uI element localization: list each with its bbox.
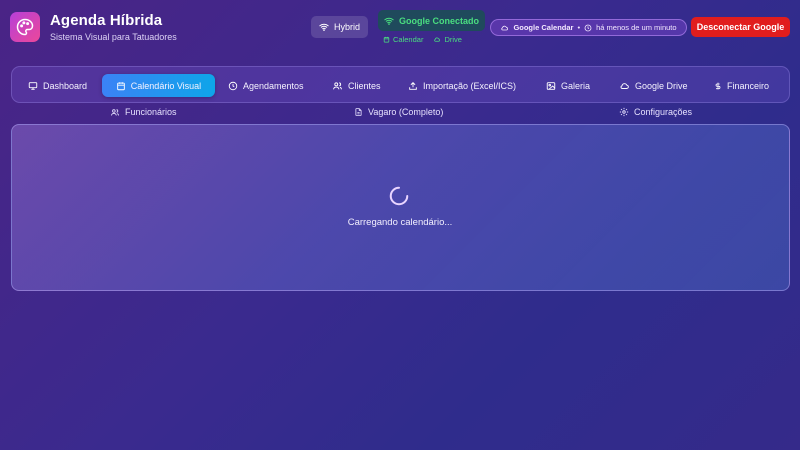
tab-label: Calendário Visual [130, 80, 202, 91]
app-title: Agenda Híbrida [50, 12, 163, 29]
cloud-icon [620, 82, 629, 89]
service-label: Calendar [393, 35, 424, 44]
calendar-icon [383, 36, 390, 43]
sync-separator: • [577, 23, 581, 32]
file-icon [355, 108, 362, 116]
tab-label: Configurações [634, 107, 693, 117]
calendar-panel [11, 124, 790, 291]
clock-icon [228, 81, 238, 90]
tab-dashboard[interactable]: Dashboard [28, 74, 87, 97]
monitor-icon [28, 81, 38, 90]
dollar-icon [715, 82, 721, 89]
image-icon [546, 81, 556, 90]
tab-label: Google Drive [635, 80, 688, 91]
mode-badge-label: Hybrid [333, 22, 360, 32]
service-label: Drive [444, 35, 462, 44]
main-nav: Dashboard Calendário Visual Agendamentos… [11, 66, 790, 103]
wifi-icon [384, 17, 394, 25]
tab-calendario-visual[interactable]: Calendário Visual [102, 74, 215, 97]
tab-funcionarios[interactable]: Funcionários [110, 106, 177, 118]
sync-time: há menos de um minuto [596, 23, 677, 32]
users-icon [333, 81, 342, 89]
upload-icon [409, 81, 417, 90]
tab-label: Vagaro (Completo) [368, 107, 444, 117]
loading-message: Carregando calendário... [347, 217, 453, 228]
app-logo [10, 12, 40, 42]
tab-configuracoes[interactable]: Configurações [619, 106, 692, 118]
service-drive: Drive [433, 35, 462, 44]
clock-icon [584, 24, 592, 31]
tab-label: Clientes [348, 80, 381, 91]
tab-label: Financeiro [727, 80, 770, 91]
cloud-icon [501, 25, 509, 30]
connected-services: Calendar Drive [383, 35, 462, 44]
tab-financeiro[interactable]: Financeiro [714, 74, 769, 97]
cloud-icon [434, 37, 441, 42]
tab-label: Dashboard [43, 80, 88, 91]
tab-clientes[interactable]: Clientes [332, 74, 381, 97]
disconnect-google-button[interactable]: Desconectar Google [691, 17, 790, 37]
palette-icon [16, 18, 34, 36]
google-status-label: Google Conectado [398, 15, 479, 26]
calendar-icon [117, 81, 125, 90]
tab-label: Galeria [561, 80, 591, 91]
wifi-icon [319, 23, 329, 31]
tab-label: Importação (Excel/ICS) [423, 80, 517, 91]
app-subtitle: Sistema Visual para Tatuadores [50, 32, 177, 42]
tab-label: Funcionários [125, 107, 177, 117]
users-icon [111, 108, 119, 116]
tab-label: Agendamentos [243, 80, 304, 91]
sync-status-pill: Google Calendar • há menos de um minuto [490, 19, 687, 36]
loading-spinner-icon [389, 186, 409, 206]
gear-icon [619, 107, 629, 117]
tab-importacao[interactable]: Importação (Excel/ICS) [408, 74, 516, 97]
sync-service: Google Calendar [513, 23, 574, 32]
google-status-badge: Google Conectado [378, 10, 485, 31]
mode-badge: Hybrid [311, 16, 368, 38]
service-calendar: Calendar [383, 35, 423, 44]
tab-google-drive[interactable]: Google Drive [619, 74, 688, 97]
tab-vagaro[interactable]: Vagaro (Completo) [354, 106, 443, 118]
tab-agendamentos[interactable]: Agendamentos [228, 74, 304, 97]
tab-galeria[interactable]: Galeria [546, 74, 590, 97]
